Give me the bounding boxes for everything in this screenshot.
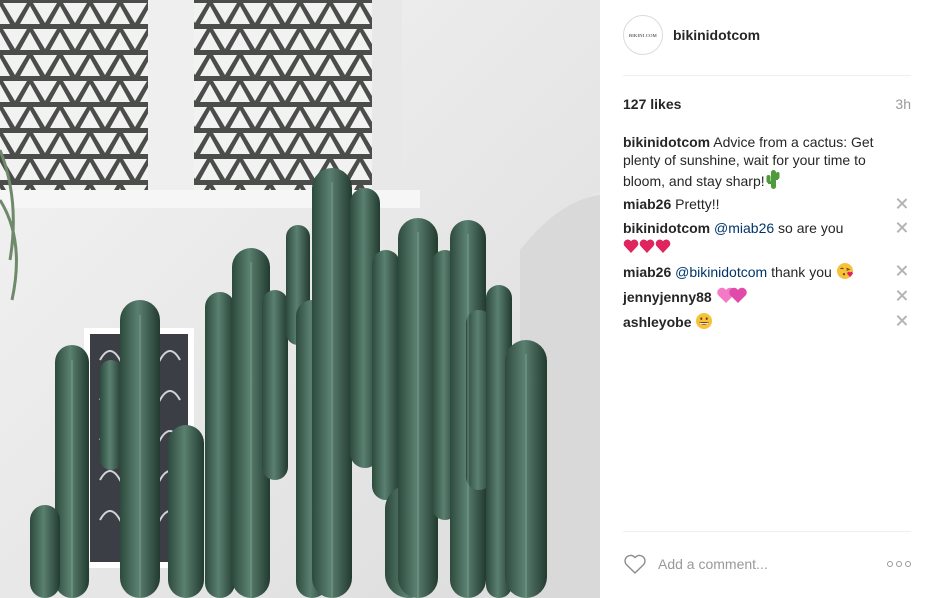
remove-comment-icon[interactable]	[894, 263, 910, 279]
post-age[interactable]: 3h	[895, 96, 911, 112]
remove-comment-icon[interactable]	[894, 196, 910, 212]
account-username[interactable]: bikinidotcom	[673, 27, 760, 43]
comment-username[interactable]: jennyjenny88	[623, 289, 712, 305]
comment-body: miab26 @bikinidotcom thank you	[623, 262, 885, 281]
cactus-emoji-icon	[766, 170, 780, 189]
add-comment-input[interactable]	[658, 553, 868, 575]
more-dot	[896, 561, 902, 567]
more-options-icon[interactable]	[887, 559, 911, 569]
two-pink-hearts-emoji-icon	[716, 287, 747, 303]
more-dot	[887, 561, 893, 567]
post-caption: bikinidotcom Advice from a cactus: Get p…	[623, 133, 893, 190]
like-count[interactable]: 127 likes	[623, 96, 681, 112]
face-blowing-kiss-emoji-icon	[836, 263, 853, 279]
comment-item: jennyjenny88	[623, 287, 911, 306]
comment-item: bikinidotcom @miab26 so are you	[623, 219, 911, 255]
comment-username[interactable]: bikinidotcom	[623, 220, 710, 236]
comment-mention[interactable]: @bikinidotcom	[675, 264, 767, 280]
comment-body: bikinidotcom @miab26 so are you	[623, 219, 885, 255]
post-photo[interactable]	[0, 0, 600, 598]
comment-body: miab26 Pretty!!	[623, 195, 885, 213]
grinning-face-emoji-icon	[696, 313, 713, 329]
remove-comment-icon[interactable]	[894, 288, 910, 304]
caption-username[interactable]: bikinidotcom	[623, 134, 710, 150]
avatar[interactable]: BIKINI.COM	[623, 15, 663, 55]
remove-comment-icon[interactable]	[894, 220, 910, 236]
cactus-photo-illustration	[0, 0, 600, 598]
post-meta: 127 likes 3h	[623, 96, 911, 112]
comment-text: so are you	[778, 220, 844, 236]
avatar-logo-text: BIKINI.COM	[629, 32, 657, 38]
comment-item: ashleyobe	[623, 312, 911, 331]
comment-username[interactable]: ashleyobe	[623, 314, 691, 330]
comment-body: jennyjenny88	[623, 287, 885, 306]
comment-body: ashleyobe	[623, 312, 885, 331]
post-details-panel: BIKINI.COM bikinidotcom 127 likes 3h bik…	[600, 0, 934, 598]
comment-composer	[623, 531, 911, 598]
comment-text: thank you	[771, 264, 832, 280]
comment-text: Pretty!!	[675, 196, 720, 212]
comment-mention[interactable]: @miab26	[714, 220, 774, 236]
comment-username[interactable]: miab26	[623, 196, 671, 212]
comment-item: miab26 Pretty!!	[623, 195, 911, 213]
remove-comment-icon[interactable]	[894, 313, 910, 329]
comment-item: miab26 @bikinidotcom thank you	[623, 262, 911, 281]
post-header: BIKINI.COM bikinidotcom	[623, 14, 911, 76]
heart-outline-icon[interactable]	[623, 553, 647, 575]
three-red-hearts-emoji-icon	[623, 239, 671, 253]
more-dot	[905, 561, 911, 567]
comment-username[interactable]: miab26	[623, 264, 671, 280]
